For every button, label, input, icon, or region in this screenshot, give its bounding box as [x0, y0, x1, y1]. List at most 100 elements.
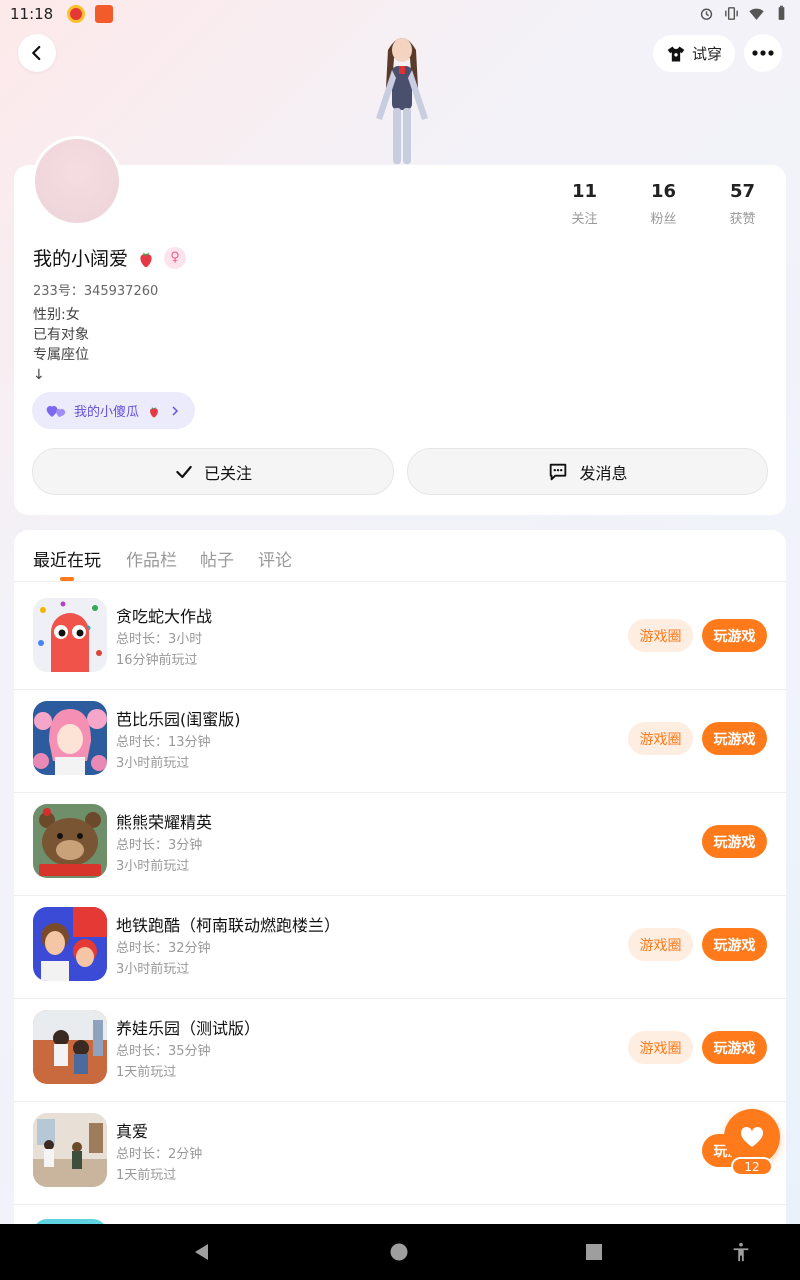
female-gender-icon: ♀: [164, 246, 187, 269]
alarm-icon: [700, 8, 713, 20]
game-row[interactable]: 地铁跑酷（柯南联动燃跑楼兰） 总时长：32分钟 3小时前玩过 游戏圈 玩游戏: [14, 896, 786, 999]
active-tab-indicator: [60, 577, 74, 581]
notification-app-icon: [67, 5, 86, 23]
battery-icon: [778, 5, 785, 20]
game-title: 地铁跑酷（柯南联动燃跑楼兰）: [116, 916, 341, 935]
game-row[interactable]: 真爱 总时长：2分钟 1天前玩过 玩游戏: [14, 1102, 786, 1205]
play-game-button[interactable]: 玩游戏: [702, 1031, 767, 1064]
more-dots-icon: [752, 50, 774, 56]
profile-tabs: 最近在玩 作品栏 帖子 评论: [14, 530, 786, 582]
game-duration: 总时长：3小时: [116, 632, 203, 647]
chevron-left-icon: [32, 45, 41, 61]
stat-likes[interactable]: 57 获赞: [703, 181, 782, 227]
game-row[interactable]: 养娃乐园（测试版） 总时长：35分钟 1天前玩过 游戏圈 玩游戏: [14, 999, 786, 1102]
stat-likes-label: 获赞: [729, 212, 756, 227]
bio-line: 性别:女: [33, 307, 80, 323]
play-game-button[interactable]: 玩游戏: [702, 619, 767, 652]
play-game-button[interactable]: 玩游戏: [702, 928, 767, 961]
bio-line: 专属座位: [33, 347, 89, 363]
game-icon-nursery: [33, 1010, 107, 1084]
tab-posts[interactable]: 帖子: [200, 546, 234, 571]
chat-bubble-icon: [550, 463, 567, 480]
game-duration: 总时长：13分钟: [116, 735, 211, 750]
profile-stats: 11 关注 16 粉丝 57 获赞: [545, 181, 785, 227]
accessibility-icon: [733, 1242, 749, 1262]
strawberry-icon: [140, 251, 152, 267]
nav-home-button[interactable]: [387, 1240, 411, 1264]
tab-recently-played[interactable]: 最近在玩: [33, 546, 101, 571]
strawberry-icon: [150, 406, 158, 417]
game-last-played: 3小时前玩过: [116, 756, 190, 771]
stat-following-num: 11: [571, 181, 598, 202]
game-last-played: 3小时前玩过: [116, 962, 190, 977]
content-card: 最近在玩 作品栏 帖子 评论 贪吃蛇大作战 总时长：3小时 16分钟前玩过 游戏…: [14, 530, 786, 1230]
stat-following[interactable]: 11 关注: [545, 181, 624, 227]
send-message-button[interactable]: 发消息: [407, 448, 768, 495]
status-time: 11:18: [10, 5, 54, 23]
game-icon-snake: [33, 598, 107, 672]
system-nav-bar: [0, 1224, 800, 1280]
circle-home-icon: [390, 1243, 408, 1261]
game-title: 熊熊荣耀精英: [116, 813, 213, 832]
tab-comments[interactable]: 评论: [258, 546, 292, 571]
square-recents-icon: [586, 1244, 602, 1260]
stat-likes-num: 57: [729, 181, 756, 202]
send-message-label: 发消息: [579, 463, 628, 483]
more-button[interactable]: [744, 34, 782, 72]
game-icon-subway: [33, 907, 107, 981]
game-last-played: 1天前玩过: [116, 1168, 177, 1183]
game-circle-button[interactable]: 游戏圈: [628, 722, 693, 755]
game-duration: 总时长：35分钟: [116, 1044, 211, 1059]
like-count-badge: 12: [731, 1157, 773, 1176]
cp-relationship-tag[interactable]: 我的小傻瓜: [32, 392, 196, 429]
double-heart-icon: [46, 405, 66, 417]
game-icon-bear: [33, 804, 107, 878]
back-button[interactable]: [18, 34, 56, 72]
play-game-button[interactable]: 玩游戏: [702, 825, 767, 858]
avatar[interactable]: [32, 136, 122, 226]
game-circle-button[interactable]: 游戏圈: [628, 928, 693, 961]
bio-line: ↓: [33, 367, 45, 383]
avatar-3d-figure: [376, 38, 428, 164]
notification-app-icon-2: [95, 5, 114, 23]
bio-line: 已有对象: [33, 327, 89, 343]
stat-followers[interactable]: 16 粉丝: [624, 181, 703, 227]
nav-recents-button[interactable]: [582, 1240, 606, 1264]
game-circle-button[interactable]: 游戏圈: [628, 619, 693, 652]
game-last-played: 3小时前玩过: [116, 859, 190, 874]
game-title: 养娃乐园（测试版）: [116, 1019, 261, 1038]
nav-back-button[interactable]: [190, 1240, 214, 1264]
heart-icon: [740, 1126, 764, 1147]
game-last-played: 16分钟前玩过: [116, 653, 198, 668]
try-on-label: 试穿: [691, 45, 722, 63]
game-row[interactable]: 熊熊荣耀精英 总时长：3分钟 3小时前玩过 玩游戏: [14, 793, 786, 896]
try-on-button[interactable]: 试穿: [653, 35, 735, 72]
game-title: 芭比乐园(闺蜜版): [116, 710, 241, 729]
wifi-icon: [749, 8, 764, 20]
game-circle-button[interactable]: 游戏圈: [628, 1031, 693, 1064]
checkmark-icon: [176, 465, 192, 478]
tab-works[interactable]: 作品栏: [126, 546, 177, 571]
stat-followers-num: 16: [650, 181, 677, 202]
game-row[interactable]: 贪吃蛇大作战 总时长：3小时 16分钟前玩过 游戏圈 玩游戏: [14, 587, 786, 690]
user-id: 233号：345937260: [33, 284, 159, 299]
follow-label: 已关注: [203, 463, 252, 483]
play-game-button[interactable]: 玩游戏: [702, 722, 767, 755]
triangle-back-icon: [195, 1244, 208, 1260]
vibrate-icon: [725, 7, 738, 20]
chevron-right-icon: [172, 405, 179, 416]
game-last-played: 1天前玩过: [116, 1065, 177, 1080]
user-bio: 性别:女 已有对象 专属座位 ↓: [33, 305, 89, 385]
follow-button[interactable]: 已关注: [32, 448, 394, 495]
stat-following-label: 关注: [571, 212, 598, 227]
nav-accessibility-button[interactable]: [729, 1240, 753, 1264]
cp-tag-label: 我的小傻瓜: [74, 405, 140, 420]
tshirt-icon: [667, 46, 685, 61]
game-icon-true-love: [33, 1113, 107, 1187]
username-row: 我的小阔爱 ♀: [33, 244, 187, 271]
game-icon-barbie: [33, 701, 107, 775]
username: 我的小阔爱: [33, 248, 129, 270]
game-duration: 总时长：32分钟: [116, 941, 211, 956]
stat-followers-label: 粉丝: [650, 212, 677, 227]
game-row[interactable]: 芭比乐园(闺蜜版) 总时长：13分钟 3小时前玩过 游戏圈 玩游戏: [14, 690, 786, 793]
